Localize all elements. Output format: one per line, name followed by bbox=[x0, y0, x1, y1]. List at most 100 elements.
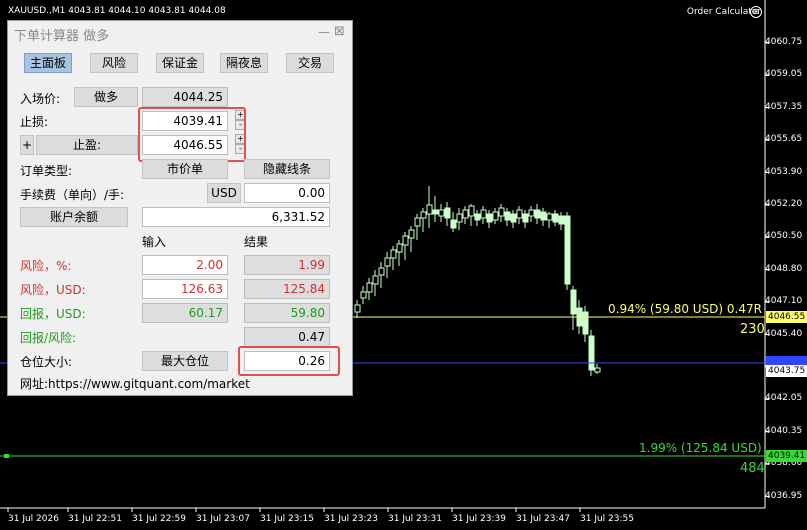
order-type-button[interactable]: 市价单 bbox=[142, 159, 228, 179]
symbol-info: XAUUSD.,M1 4043.81 4044.10 4043.81 4044.… bbox=[8, 6, 226, 16]
candle-body bbox=[594, 367, 601, 373]
position-size-label: 仓位大小: bbox=[20, 355, 73, 369]
max-position-button[interactable]: 最大仓位 bbox=[142, 351, 228, 371]
candle-body bbox=[456, 213, 463, 223]
candle-body bbox=[546, 213, 553, 221]
time-axis-label: 31 Jul 23:47 bbox=[516, 514, 570, 524]
risk-usd-result: 125.84 bbox=[244, 279, 330, 299]
price-axis-label: 4045.40 bbox=[765, 328, 803, 339]
tab-swap[interactable]: 隔夜息 bbox=[220, 53, 268, 73]
tab-risk[interactable]: 风险 bbox=[90, 53, 138, 73]
sl-points-label: 484 bbox=[740, 461, 765, 476]
tab-main[interactable]: 主面板 bbox=[24, 53, 72, 73]
panel-title: 下单计算器 做多 bbox=[14, 29, 110, 44]
candle-body bbox=[552, 213, 559, 223]
hide-lines-button[interactable]: 隐藏线条 bbox=[244, 159, 330, 179]
candle-body bbox=[384, 257, 391, 267]
candle-body bbox=[432, 209, 439, 215]
take-profit-plus-button[interactable]: + bbox=[20, 135, 34, 155]
candle-body bbox=[462, 209, 469, 219]
candle-body bbox=[534, 209, 541, 219]
candle-body bbox=[438, 209, 445, 217]
candle-body bbox=[498, 207, 505, 217]
reward-usd-label: 回报，USD: bbox=[20, 307, 86, 321]
time-axis-label: 31 Jul 23:39 bbox=[452, 514, 506, 524]
reward-usd-input: 60.17 bbox=[142, 303, 228, 323]
tab-trade[interactable]: 交易 bbox=[286, 53, 334, 73]
position-size-highlight bbox=[238, 346, 340, 376]
time-axis-label: 31 Jul 2026 bbox=[8, 514, 59, 524]
account-balance-field[interactable]: 6,331.52 bbox=[142, 207, 330, 227]
candle-body bbox=[486, 213, 493, 223]
close-icon[interactable]: ⊠ bbox=[334, 24, 348, 39]
candle-body bbox=[540, 211, 547, 221]
candle-body bbox=[510, 213, 517, 223]
price-axis-label: 4052.20 bbox=[765, 199, 803, 209]
entry-price-field[interactable]: 4044.25 bbox=[142, 87, 228, 107]
time-axis-label: 31 Jul 22:59 bbox=[132, 514, 186, 524]
price-axis-label: 4042.05 bbox=[765, 393, 803, 404]
price-axis-label: 4059.05 bbox=[765, 69, 803, 80]
candle-body bbox=[420, 211, 427, 219]
commission-field[interactable]: 0.00 bbox=[244, 183, 330, 203]
sl-line-label: 1.99% (125.84 USD) bbox=[639, 441, 762, 455]
time-axis-label: 31 Jul 23:31 bbox=[388, 514, 442, 524]
risk-percent-result: 1.99 bbox=[244, 255, 330, 275]
tp-line-label: 0.94% (59.80 USD) 0.47R bbox=[608, 302, 762, 316]
candle-body bbox=[468, 205, 475, 217]
risk-percent-input[interactable]: 2.00 bbox=[142, 255, 228, 275]
commission-currency-button[interactable]: USD bbox=[207, 183, 241, 203]
candle-body bbox=[396, 243, 403, 253]
tp-price-tag: 4046.55 bbox=[766, 311, 807, 323]
candle-body bbox=[414, 217, 421, 227]
order-calculator-icon[interactable]: ⊕ bbox=[750, 6, 762, 18]
candle-body bbox=[354, 304, 361, 313]
candle-body bbox=[474, 213, 481, 221]
price-axis-label: 4053.90 bbox=[765, 166, 803, 177]
take-profit-button[interactable]: 止盈: bbox=[36, 135, 138, 155]
price-axis-label: 4036.95 bbox=[765, 490, 803, 501]
candle-body bbox=[570, 289, 577, 315]
candle-body bbox=[564, 215, 571, 285]
candle-body bbox=[582, 311, 589, 335]
time-axis-label: 31 Jul 23:23 bbox=[324, 514, 378, 524]
candle-body bbox=[360, 291, 367, 299]
tab-margin[interactable]: 保证金 bbox=[156, 53, 204, 73]
risk-usd-label: 风险，USD: bbox=[20, 283, 86, 297]
input-header: 输入 bbox=[142, 235, 167, 249]
candle-body bbox=[558, 215, 565, 225]
candle-body bbox=[372, 275, 379, 285]
candle-body bbox=[480, 209, 487, 219]
direction-button[interactable]: 做多 bbox=[74, 87, 138, 107]
time-axis-label: 31 Jul 23:55 bbox=[580, 514, 634, 524]
time-axis-label: 31 Jul 23:07 bbox=[196, 514, 250, 524]
candle-body bbox=[402, 235, 409, 246]
tp-points-label: 230 bbox=[740, 322, 765, 337]
sl-tp-highlight bbox=[138, 107, 246, 162]
sl-line-handle[interactable] bbox=[4, 454, 9, 458]
commission-label: 手续费（单向）/手: bbox=[20, 188, 125, 202]
reward-risk-result: 0.47 bbox=[244, 327, 330, 347]
stop-loss-label: 止损: bbox=[20, 115, 49, 129]
candle-body bbox=[492, 211, 499, 221]
order-calculator-panel[interactable]: 下单计算器 做多 — ⊠ 主面板 风险 保证金 隔夜息 交易 入场价: 做多 4… bbox=[7, 20, 353, 396]
price-axis-label: 4047.10 bbox=[765, 296, 803, 307]
candle-body bbox=[366, 282, 373, 293]
candle-body bbox=[522, 213, 529, 223]
minimize-icon[interactable]: — bbox=[318, 25, 330, 39]
risk-usd-input[interactable]: 126.63 bbox=[142, 279, 228, 299]
candle-body bbox=[528, 209, 535, 217]
candle-body bbox=[516, 209, 523, 219]
result-header: 结果 bbox=[244, 235, 269, 249]
price-axis-label: 4060.75 bbox=[765, 37, 803, 47]
price-axis-label: 4050.50 bbox=[765, 231, 803, 242]
time-axis-label: 31 Jul 22:51 bbox=[68, 514, 122, 524]
website-link[interactable]: 网址:https://www.gitquant.com/market bbox=[20, 375, 250, 392]
candle-body bbox=[450, 219, 457, 229]
sl-price-tag: 4039.41 bbox=[766, 450, 807, 462]
candle-body bbox=[378, 267, 385, 276]
risk-percent-label: 风险，%: bbox=[20, 259, 72, 273]
account-balance-button[interactable]: 账户余额 bbox=[20, 207, 128, 227]
time-axis-label: 31 Jul 23:15 bbox=[260, 514, 314, 524]
reward-usd-result: 59.80 bbox=[244, 303, 330, 323]
